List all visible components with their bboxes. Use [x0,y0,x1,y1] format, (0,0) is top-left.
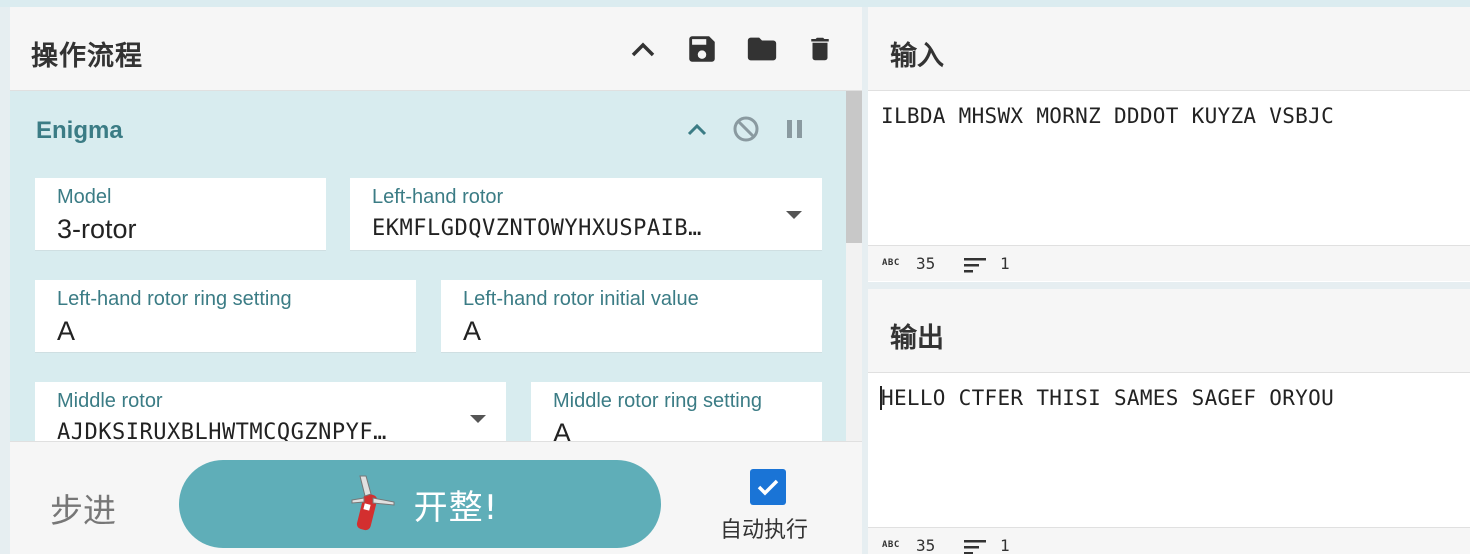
input-length: 35 [916,254,936,273]
recipe-controls: 步进 开整! 自动执行 [10,441,862,554]
middle-rotor-label: Middle rotor [57,390,163,412]
left-rotor-value: EKMFLGDQVZNTOWYHXUSPAIB… [372,216,702,241]
auto-bake-label: 自动执行 [720,518,809,543]
middle-ring-setting-value: A [553,418,572,441]
recipe-title: 操作流程 [31,41,143,72]
output-title: 输出 [890,323,944,354]
clear-recipe-button[interactable] [800,29,840,69]
left-ring-setting-value: A [57,316,76,346]
left-initial-value-value: A [463,316,482,346]
operation-title: Enigma [36,117,123,144]
disable-icon [733,116,759,142]
recipe-panel: 操作流程 Enigma Model 3-rotor Left-hand roto… [10,7,862,554]
input-textarea[interactable]: ILBDA MHSWX MORNZ DDDOT KUYZA VSBJC [881,104,1334,128]
auto-bake-checkbox[interactable] [750,469,786,505]
bake-button[interactable]: 开整! [179,460,661,548]
output-header: 输出 [868,289,1470,373]
input-line-count: 1 [1000,254,1010,273]
collapse-operation-button[interactable] [679,111,715,147]
io-panel: 输入 ILBDA MHSWX MORNZ DDDOT KUYZA VSBJC A… [868,7,1470,554]
output-textarea[interactable]: HELLO CTFER THISI SAMES SAGEF ORYOU [881,386,1334,410]
recipe-list: Enigma Model 3-rotor Left-hand rotor EKM… [10,91,862,441]
step-button[interactable]: 步进 [50,484,116,532]
lines-icon [964,258,986,273]
top-strip [0,0,1470,7]
checkmark-icon [757,479,779,496]
left-ring-setting-label: Left-hand rotor ring setting [57,288,292,310]
disable-operation-button[interactable] [728,111,764,147]
left-initial-value-field[interactable]: Left-hand rotor initial value A [441,280,822,353]
input-header: 输入 [868,7,1470,91]
middle-ring-setting-label: Middle rotor ring setting [553,390,762,412]
chef-knife-icon [351,475,395,531]
left-rotor-select[interactable]: Left-hand rotor EKMFLGDQVZNTOWYHXUSPAIB… [350,178,822,251]
left-initial-value-label: Left-hand rotor initial value [463,288,699,310]
dropdown-caret-icon [786,211,802,219]
middle-rotor-value: AJDKSIRUXBLHWTMCQGZNPYF… [57,420,387,441]
pause-icon [787,120,802,138]
abc-icon: ABC [882,258,900,268]
abc-icon: ABC [882,540,900,550]
bake-label: 开整! [413,487,499,528]
output-length: 35 [916,536,936,554]
recipe-scrollbar[interactable] [846,91,862,441]
lines-icon [964,540,986,554]
breakpoint-button[interactable] [777,111,813,147]
save-icon [689,36,715,62]
input-status-bar: ABC 35 1 [868,245,1470,281]
recipe-scrollbar-thumb[interactable] [846,91,862,243]
model-field[interactable]: Model 3-rotor [35,178,326,251]
collapse-all-button[interactable] [623,29,663,69]
load-recipe-button[interactable] [742,29,782,69]
trash-icon [811,37,829,61]
output-line-count: 1 [1000,536,1010,554]
io-divider[interactable] [868,282,1470,289]
input-title: 输入 [890,41,944,72]
recipe-header: 操作流程 [10,7,862,91]
chevron-up-icon [631,42,655,57]
left-ring-setting-field[interactable]: Left-hand rotor ring setting A [35,280,416,353]
dropdown-caret-icon [470,415,486,423]
middle-ring-setting-field[interactable]: Middle rotor ring setting A [531,382,822,441]
folder-icon [747,37,777,61]
model-label: Model [57,186,112,208]
chevron-up-icon [687,123,707,136]
middle-rotor-select[interactable]: Middle rotor AJDKSIRUXBLHWTMCQGZNPYF… [35,382,506,441]
model-value: 3-rotor [57,214,137,244]
left-rotor-label: Left-hand rotor [372,186,504,208]
save-recipe-button[interactable] [682,29,722,69]
operation-enigma[interactable]: Enigma Model 3-rotor Left-hand rotor EKM… [10,91,846,441]
output-status-bar: ABC 35 1 [868,527,1470,554]
